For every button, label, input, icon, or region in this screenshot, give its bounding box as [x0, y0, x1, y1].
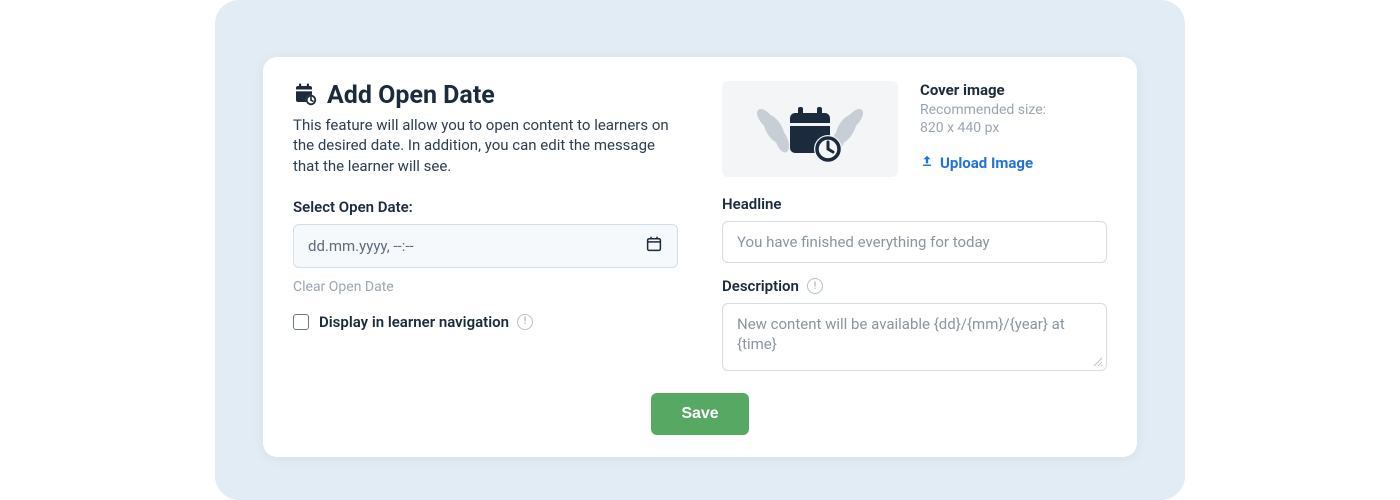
page-background: Add Open Date This feature will allow yo… — [215, 0, 1185, 500]
upload-icon — [920, 154, 934, 172]
description-placeholder: New content will be available {dd}/{mm}/… — [737, 315, 1065, 353]
description-label-text: Description — [722, 277, 799, 295]
display-nav-checkbox[interactable] — [293, 314, 309, 330]
headline-placeholder: You have finished everything for today — [737, 233, 990, 251]
resize-handle-icon — [1093, 357, 1103, 367]
calendar-icon — [645, 235, 663, 257]
title-row: Add Open Date — [293, 81, 678, 111]
display-nav-label: Display in learner navigation ! — [319, 313, 533, 331]
modal-title: Add Open Date — [327, 81, 495, 111]
open-date-modal: Add Open Date This feature will allow yo… — [263, 57, 1137, 457]
description-textarea[interactable]: New content will be available {dd}/{mm}/… — [722, 303, 1107, 371]
upload-image-label: Upload Image — [940, 154, 1033, 172]
open-date-placeholder: dd.mm.yyyy, --:-- — [308, 237, 414, 255]
headline-label: Headline — [722, 195, 1107, 213]
calendar-clock-icon — [293, 82, 317, 110]
cover-image-preview — [722, 81, 898, 177]
left-column: Add Open Date This feature will allow yo… — [293, 81, 678, 331]
info-icon[interactable]: ! — [517, 314, 533, 330]
description-label: Description ! — [722, 277, 1107, 295]
cover-hint-line1: Recommended size: — [920, 102, 1046, 118]
cover-image-hint: Recommended size: 820 x 440 px — [920, 101, 1046, 137]
open-date-label: Select Open Date: — [293, 198, 678, 216]
cover-image-title: Cover image — [920, 81, 1046, 99]
display-nav-label-text: Display in learner navigation — [319, 313, 509, 331]
cover-hint-line2: 820 x 440 px — [920, 120, 999, 136]
save-button[interactable]: Save — [651, 393, 748, 435]
cover-image-meta: Cover image Recommended size: 820 x 440 … — [920, 81, 1046, 172]
modal-subtitle: This feature will allow you to open cont… — [293, 115, 678, 176]
right-column: Cover image Recommended size: 820 x 440 … — [722, 81, 1107, 371]
info-icon[interactable]: ! — [807, 278, 823, 294]
upload-image-button[interactable]: Upload Image — [920, 154, 1033, 172]
headline-input[interactable]: You have finished everything for today — [722, 221, 1107, 263]
clear-open-date-link[interactable]: Clear Open Date — [293, 279, 394, 295]
open-date-input[interactable]: dd.mm.yyyy, --:-- — [293, 224, 678, 268]
